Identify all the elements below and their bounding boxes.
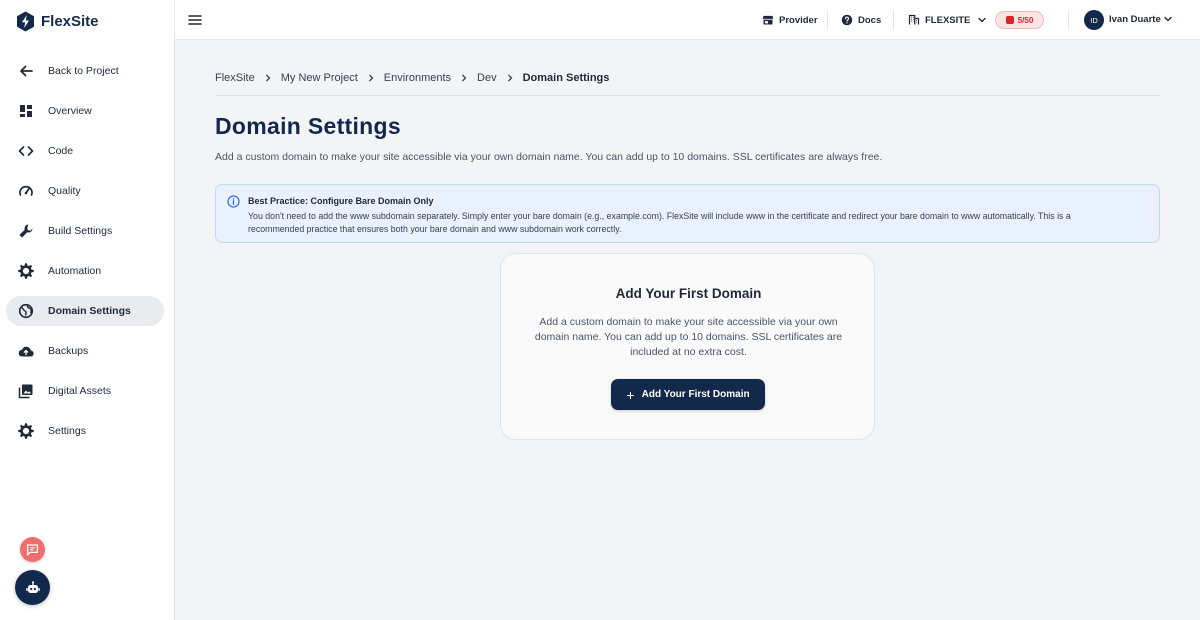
org-switcher[interactable]: FLEXSITE xyxy=(908,12,992,28)
sidebar-item-label: Overview xyxy=(48,105,92,117)
sidebar-item-label: Code xyxy=(48,145,74,157)
divider xyxy=(1068,10,1069,30)
chevron-right-icon xyxy=(506,74,514,82)
sidebar-item-label: Quality xyxy=(48,185,81,197)
quota-value: 5/50 xyxy=(1017,15,1034,25)
sidebar-item-back-to-project[interactable]: Back to Project xyxy=(6,56,164,86)
breadcrumb-dev[interactable]: Dev xyxy=(477,72,497,84)
user-name[interactable]: Ivan Duarte xyxy=(1109,14,1161,25)
docs-label: Docs xyxy=(858,14,882,26)
chevron-right-icon xyxy=(264,74,272,82)
app-name: FlexSite xyxy=(41,12,99,30)
chevron-right-icon xyxy=(460,74,468,82)
gauge-icon xyxy=(19,185,33,196)
info-alert: Best Practice: Configure Bare Domain Onl… xyxy=(215,184,1160,243)
dashboard-icon xyxy=(20,105,32,117)
provider-link[interactable]: Provider xyxy=(762,12,818,28)
gear-icon xyxy=(18,423,34,439)
sidebar-item-code[interactable]: Code xyxy=(6,136,164,166)
alert-title: Best Practice: Configure Bare Domain Onl… xyxy=(248,196,434,206)
assistant-bot-button[interactable] xyxy=(15,570,50,605)
sidebar-item-backups[interactable]: Backups xyxy=(6,336,164,366)
sidebar-item-label: Settings xyxy=(48,425,86,437)
feedback-chat-button[interactable] xyxy=(20,537,45,562)
flexsite-logo-icon xyxy=(17,11,34,31)
top-bar: Provider Docs FLEXSITE 5/50 ID Ivan Duar… xyxy=(175,0,1200,40)
gear-icon xyxy=(18,263,34,279)
add-domain-button-label: Add Your First Domain xyxy=(641,389,750,400)
sidebar-item-digital-assets[interactable]: Digital Assets xyxy=(6,376,164,406)
message-icon xyxy=(26,544,39,556)
empty-state-text: Add a custom domain to make your site ac… xyxy=(534,316,843,358)
sidebar-item-label: Domain Settings xyxy=(48,305,131,317)
docs-link[interactable]: Docs xyxy=(841,12,881,28)
alert-body: You don't need to add the www subdomain … xyxy=(248,211,1071,234)
help-icon xyxy=(841,14,853,26)
org-name: FLEXSITE xyxy=(925,14,971,26)
menu-icon[interactable] xyxy=(187,12,203,28)
breadcrumb-project[interactable]: My New Project xyxy=(281,72,358,84)
avatar[interactable]: ID xyxy=(1084,10,1104,30)
sidebar: FlexSite Back to Project Overview Code Q… xyxy=(0,0,175,620)
robot-icon xyxy=(25,580,40,593)
plus-icon: + xyxy=(626,386,635,403)
breadcrumb-environments[interactable]: Environments xyxy=(384,72,451,84)
sidebar-item-domain-settings[interactable]: Domain Settings xyxy=(6,296,164,326)
divider xyxy=(893,10,894,30)
chevron-right-icon xyxy=(367,74,375,82)
provider-label: Provider xyxy=(779,14,818,26)
app-logo[interactable]: FlexSite xyxy=(16,10,99,32)
cloud-upload-icon xyxy=(18,346,34,357)
images-icon xyxy=(18,384,33,399)
add-domain-button[interactable]: + Add Your First Domain xyxy=(611,379,765,410)
breadcrumb: FlexSite My New Project Environments Dev… xyxy=(215,70,609,86)
sidebar-item-label: Automation xyxy=(48,265,102,277)
sidebar-item-label: Build Settings xyxy=(48,225,113,237)
building-icon xyxy=(908,14,920,25)
code-icon xyxy=(18,146,34,156)
chevron-down-icon[interactable] xyxy=(1163,14,1173,24)
quota-icon xyxy=(1005,16,1014,24)
empty-state-card: Add Your First Domain Add a custom domai… xyxy=(500,253,875,440)
info-icon xyxy=(227,195,240,208)
empty-state-title: Add Your First Domain xyxy=(615,286,762,301)
page-title: Domain Settings xyxy=(215,113,401,139)
breadcrumb-current: Domain Settings xyxy=(522,72,610,84)
chevron-down-icon xyxy=(978,17,987,23)
sidebar-item-overview[interactable]: Overview xyxy=(6,96,164,126)
sidebar-item-label: Backups xyxy=(48,345,89,357)
globe-icon xyxy=(18,303,34,319)
usage-quota-badge[interactable]: 5/50 xyxy=(995,11,1044,29)
arrow-left-icon xyxy=(20,65,33,77)
divider xyxy=(827,10,828,30)
store-icon xyxy=(762,15,774,25)
divider xyxy=(215,95,1160,96)
sidebar-item-quality[interactable]: Quality xyxy=(6,176,164,206)
sidebar-item-automation[interactable]: Automation xyxy=(6,256,164,286)
page-subtitle: Add a custom domain to make your site ac… xyxy=(215,151,883,163)
sidebar-item-label: Back to Project xyxy=(48,65,119,77)
sidebar-item-label: Digital Assets xyxy=(48,385,112,397)
breadcrumb-flexsite[interactable]: FlexSite xyxy=(215,72,255,84)
sidebar-item-settings[interactable]: Settings xyxy=(6,416,164,446)
wrench-icon xyxy=(19,224,33,238)
sidebar-item-build-settings[interactable]: Build Settings xyxy=(6,216,164,246)
